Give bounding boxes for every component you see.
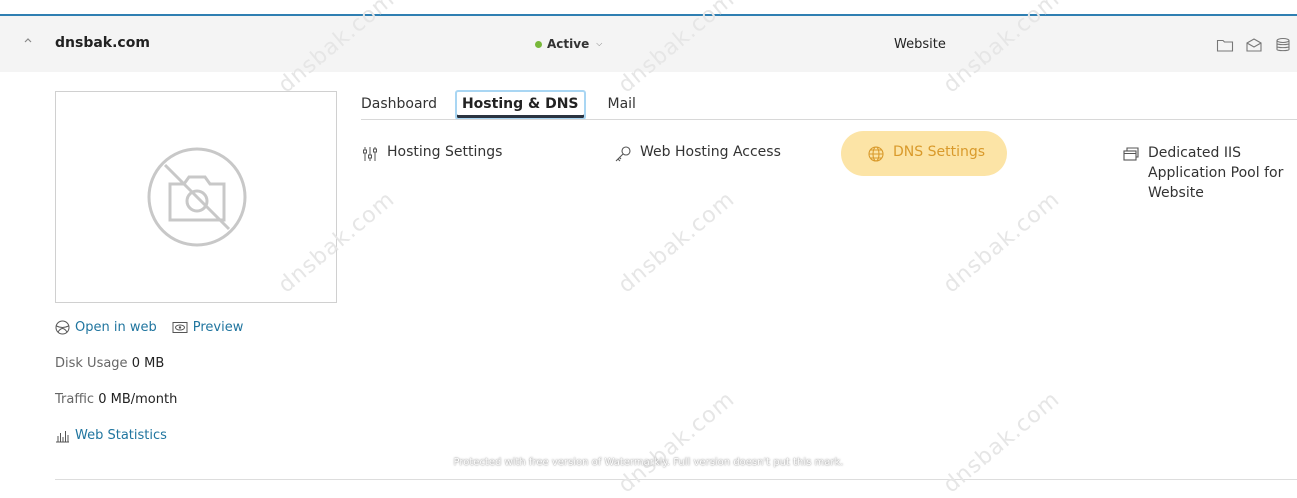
globe-icon [868,146,884,162]
status-label: Active [547,37,590,51]
tab-dashboard[interactable]: Dashboard [361,92,437,120]
open-in-web-label: Open in web [75,320,157,335]
hosting-settings-label: Hosting Settings [387,144,503,160]
watermark-footer: Protected with free version of Watermark… [453,457,844,468]
mail-icon[interactable] [1245,37,1263,53]
preview-label: Preview [192,320,244,335]
no-screenshot-camera-icon [147,147,247,247]
disk-usage: Disk Usage 0 MB [55,356,164,371]
disk-usage-value: 0 MB [131,356,165,371]
dns-settings-label: DNS Settings [893,144,986,160]
web-statistics-label: Web Statistics [75,428,167,443]
status-dot-icon [535,40,542,48]
web-hosting-access-link[interactable]: Web Hosting Access [614,144,781,163]
windows-icon [1123,147,1139,161]
chevron-down-icon: ⌵ [596,39,603,48]
watermark-text: dnsbak.com [613,186,740,299]
traffic: Traffic 0 MB/month [55,392,177,407]
folder-icon[interactable] [1216,37,1234,53]
traffic-value: 0 MB/month [98,392,178,407]
header-icon-group [1216,37,1292,53]
status-dropdown[interactable]: Active ⌵ [535,37,602,51]
sliders-icon [363,147,377,161]
open-in-web-link[interactable]: Open in web [55,320,157,335]
site-preview-thumbnail [55,91,337,303]
web-hosting-access-label: Web Hosting Access [640,144,781,160]
preview-links: Open in web Preview [55,320,243,335]
watermark-text: dnsbak.com [938,186,1065,299]
tab-divider [361,119,1297,120]
domain-name[interactable]: dnsbak.com [55,35,150,51]
traffic-label: Traffic [55,392,95,407]
preview-link[interactable]: Preview [172,320,244,335]
tab-mail[interactable]: Mail [608,92,636,120]
database-icon[interactable] [1274,37,1292,53]
globe-link-icon [55,320,70,335]
web-statistics-link[interactable]: Web Statistics [55,428,167,443]
bottom-divider [55,479,1297,480]
tab-bar: Dashboard Hosting & DNS Mail [361,90,658,120]
key-icon [615,146,631,162]
tab-hosting-dns[interactable]: Hosting & DNS [454,90,586,120]
collapse-chevron-icon[interactable] [20,34,36,50]
watermark-text: dnsbak.com [613,386,740,498]
dedicated-iis-pool-label: Dedicated IIS Application Pool for Websi… [1148,145,1284,201]
watermark-text: dnsbak.com [938,386,1065,498]
dedicated-iis-pool-link[interactable]: Dedicated IIS Application Pool for Websi… [1122,144,1297,203]
subscription-header: dnsbak.com Active ⌵ Website [0,16,1297,72]
disk-usage-label: Disk Usage [55,356,128,371]
bar-chart-icon [56,431,69,443]
site-type-label: Website [894,37,946,52]
hosting-settings-link[interactable]: Hosting Settings [361,144,502,163]
dns-settings-link[interactable]: DNS Settings [841,131,1008,176]
eye-icon [172,322,188,333]
